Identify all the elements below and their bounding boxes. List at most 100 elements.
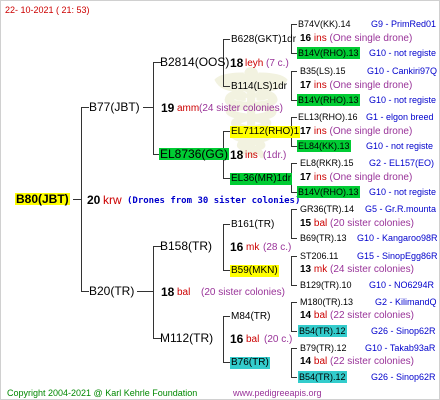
dds-id[interactable]: M84(TR) <box>231 311 270 323</box>
connector <box>291 331 297 332</box>
connector <box>291 71 297 72</box>
sire-id[interactable]: B77(JBT) <box>89 101 140 113</box>
leaf-id[interactable]: EL8(RKR).15 <box>300 157 354 169</box>
leaf-group: G10 - Kangaroo98R <box>357 233 438 243</box>
connector <box>223 39 230 40</box>
sire-note: (24 sister colonies) <box>199 103 283 114</box>
leaf-id[interactable]: EL13(RHO).16 <box>298 111 358 123</box>
connector <box>223 316 230 317</box>
sire-year-code: amm <box>177 103 200 114</box>
leaf-group: G9 - PrimRed01 <box>371 19 437 29</box>
sdd-id[interactable]: EL36(MR)1dr <box>230 173 293 185</box>
sd-id[interactable]: EL8736(GG) <box>159 148 230 160</box>
leaf-id[interactable]: B129(TR).10 <box>300 279 352 291</box>
connector <box>137 291 153 292</box>
ds-id[interactable]: B158(TR) <box>160 240 212 252</box>
ss-note: (7 c.) <box>266 58 289 69</box>
sire-year: 19 <box>161 101 175 115</box>
connector <box>143 107 153 108</box>
connector <box>223 86 230 87</box>
ss-id[interactable]: B2814(OOS) <box>160 56 229 68</box>
connector <box>291 285 297 286</box>
leaf-group: G10 - NO6294R <box>369 280 435 290</box>
dam-note: (20 sister colonies) <box>201 287 285 298</box>
leaf-id[interactable]: ST206.11 <box>300 250 338 262</box>
ssd-id[interactable]: B114(LS)1dr <box>231 81 287 93</box>
connector <box>291 71 292 100</box>
ds-note: (28 c.) <box>263 242 292 253</box>
ssd-info: 17 ins (One single drone) <box>300 80 413 91</box>
leaf-id[interactable]: GR36(TR).14 <box>300 203 354 215</box>
sss-info: 16 ins (One single drone) <box>300 33 413 44</box>
dd-year-code: bal <box>246 334 260 345</box>
connector <box>223 224 224 270</box>
dss-info: 15 bal (20 sister colonies) <box>300 218 414 229</box>
dds-info: 14 bal (22 sister colonies) <box>300 310 414 321</box>
connector <box>81 291 89 292</box>
leaf-group: G10 - not registe <box>366 141 434 151</box>
connector <box>73 199 81 200</box>
connector <box>291 209 292 238</box>
leaf-group: G2 - EL157(EO) <box>369 158 435 168</box>
leaf-id[interactable]: B35(LS).15 <box>300 65 346 77</box>
sd-year: 18 <box>230 148 244 162</box>
leaf-id[interactable]: B14V(RHO).13 <box>297 94 360 106</box>
ss-year-code: leyh <box>245 58 264 69</box>
dsd-info: 13 mk (24 sister colonies) <box>300 264 414 275</box>
header-date: 22- 10-2021 ( 21: 53) <box>5 5 90 15</box>
connector <box>291 238 297 239</box>
connector <box>291 24 297 25</box>
leaf-id[interactable]: B14V(RHO).13 <box>297 186 360 198</box>
connector <box>223 178 230 179</box>
leaf-group: G15 - SinopEgg86R <box>357 251 438 261</box>
dss-id[interactable]: B161(TR) <box>231 219 274 231</box>
leaf-id[interactable]: M180(TR).13 <box>300 296 353 308</box>
connector <box>291 256 297 257</box>
leaf-id[interactable]: B14V(RHO).13 <box>297 47 360 59</box>
connector <box>291 348 292 377</box>
footer-url[interactable]: www.pedigreeapis.org <box>233 387 322 399</box>
leaf-id[interactable]: EL84(KK).13 <box>297 140 351 152</box>
sss-id[interactable]: B628(GKT)1dr <box>231 34 296 46</box>
dd-id[interactable]: M112(TR) <box>160 332 213 344</box>
leaf-group: G10 - Cankiri97Q <box>367 66 438 76</box>
leaf-id[interactable]: B79(TR).12 <box>300 342 347 354</box>
root-drone-note: (Drones from 30 sister colonies) <box>127 196 301 206</box>
dsd-id[interactable]: B59(MKN) <box>230 265 279 277</box>
connector <box>291 209 297 210</box>
leaf-group: G1 - elgon breed <box>366 112 434 122</box>
pedigree-chart: ☤ 22- 10-2021 ( 21: 53) B80(JBT) 20 krw … <box>0 0 440 400</box>
connector <box>291 302 297 303</box>
leaf-id[interactable]: B54(TR).12 <box>298 325 347 337</box>
connector <box>153 62 154 154</box>
connector <box>81 107 89 108</box>
sds-info: 17 ins (One single drone) <box>300 126 413 137</box>
root-queen-id[interactable]: B80(JBT) <box>15 193 70 205</box>
sdd-info: 17 ins (One single drone) <box>300 172 413 183</box>
connector <box>223 270 230 271</box>
dam-id[interactable]: B20(TR) <box>89 285 134 297</box>
leaf-group: G10 - not registe <box>369 95 437 105</box>
dam-year: 18 <box>161 285 175 299</box>
ds-year-code: mk <box>246 242 260 253</box>
connector <box>223 316 224 362</box>
connector <box>291 117 297 118</box>
sd-note: (1dr.) <box>263 150 287 161</box>
dam-year-code: bal <box>177 287 191 298</box>
ss-year: 18 <box>230 56 244 70</box>
leaf-id[interactable]: B54(TR).12 <box>298 371 347 383</box>
leaf-group: G10 - not registe <box>369 187 437 197</box>
sds-id[interactable]: EL7112(RHO)1 <box>230 126 301 138</box>
dd-note: (20 c.) <box>264 334 293 345</box>
connector <box>291 348 297 349</box>
ddd-info: 14 bal (22 sister colonies) <box>300 356 414 367</box>
leaf-group: G5 - Gr.R.mounta <box>365 204 437 214</box>
connector <box>153 246 154 338</box>
connector <box>223 224 230 225</box>
connector <box>223 362 230 363</box>
leaf-id[interactable]: B74V(KK).14 <box>298 18 351 30</box>
ddd-id[interactable]: B76(TR) <box>230 357 270 369</box>
leaf-group: G26 - Sinop62R <box>371 326 436 336</box>
connector <box>291 163 297 164</box>
leaf-id[interactable]: B69(TR).13 <box>300 232 347 244</box>
